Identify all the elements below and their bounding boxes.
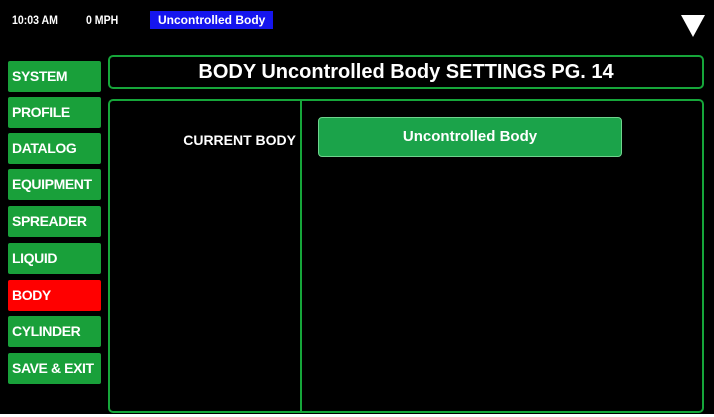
dropdown-menu-button[interactable] <box>679 13 707 39</box>
sidebar-item-datalog[interactable]: DATALOG <box>8 133 101 164</box>
clock-time: 10:03 AM <box>12 13 58 27</box>
body-status-badge: Uncontrolled Body <box>150 11 274 29</box>
page-title: BODY Uncontrolled Body SETTINGS PG. 14 <box>198 61 614 83</box>
sidebar-item-spreader[interactable]: SPREADER <box>8 206 101 237</box>
speed-readout: 0 MPH <box>86 13 119 27</box>
triangle-down-icon <box>681 15 705 37</box>
column-divider <box>300 101 302 411</box>
status-bar: 10:03 AM 0 MPH Uncontrolled Body <box>0 0 714 40</box>
current-body-select-button[interactable]: Uncontrolled Body <box>318 117 622 157</box>
current-body-label: CURRENT BODY <box>183 132 296 148</box>
sidebar-item-profile[interactable]: PROFILE <box>8 97 101 128</box>
sidebar-item-save-exit[interactable]: SAVE & EXIT <box>8 353 101 384</box>
settings-panel: CURRENT BODY Uncontrolled Body <box>108 99 704 413</box>
device-screen: 10:03 AM 0 MPH Uncontrolled Body SYSTEM … <box>0 0 714 414</box>
sidebar-item-liquid[interactable]: LIQUID <box>8 243 101 274</box>
title-panel: BODY Uncontrolled Body SETTINGS PG. 14 <box>108 55 704 89</box>
sidebar-item-body[interactable]: BODY <box>8 280 101 311</box>
sidebar-item-cylinder[interactable]: CYLINDER <box>8 316 101 347</box>
sidebar-item-equipment[interactable]: EQUIPMENT <box>8 169 101 200</box>
sidebar-item-system[interactable]: SYSTEM <box>8 61 101 92</box>
